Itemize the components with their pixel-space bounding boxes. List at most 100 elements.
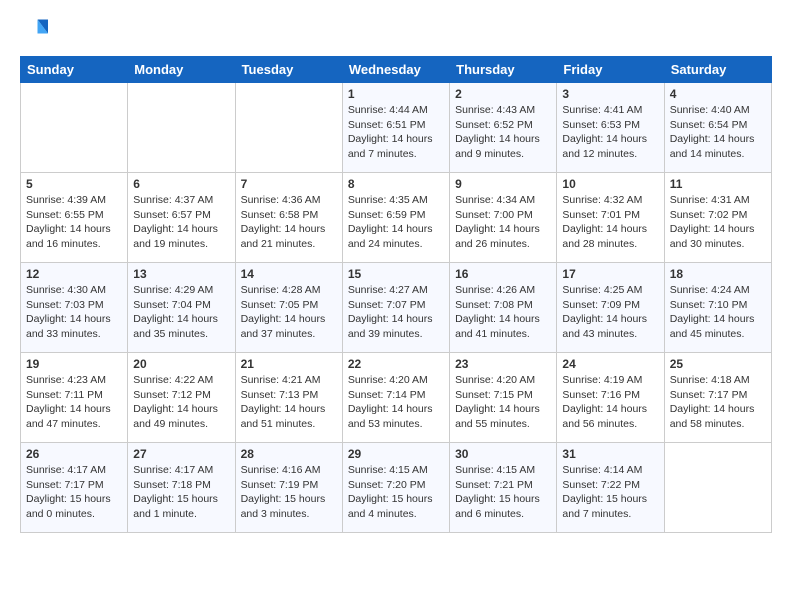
cell-info: Sunrise: 4:18 AM Sunset: 7:17 PM Dayligh… <box>670 373 766 432</box>
calendar-cell: 19 Sunrise: 4:23 AM Sunset: 7:11 PM Dayli… <box>21 353 128 443</box>
day-number: 16 <box>455 267 551 281</box>
calendar-cell: 18 Sunrise: 4:24 AM Sunset: 7:10 PM Dayli… <box>664 263 771 353</box>
cell-info: Sunrise: 4:37 AM Sunset: 6:57 PM Dayligh… <box>133 193 229 252</box>
calendar-cell <box>128 83 235 173</box>
day-number: 5 <box>26 177 122 191</box>
weekday-header: Thursday <box>450 57 557 83</box>
cell-info: Sunrise: 4:36 AM Sunset: 6:58 PM Dayligh… <box>241 193 337 252</box>
calendar-table: SundayMondayTuesdayWednesdayThursdayFrid… <box>20 56 772 533</box>
calendar-cell: 11 Sunrise: 4:31 AM Sunset: 7:02 PM Dayli… <box>664 173 771 263</box>
logo <box>20 16 52 44</box>
calendar-week-row: 19 Sunrise: 4:23 AM Sunset: 7:11 PM Dayli… <box>21 353 772 443</box>
calendar-cell: 12 Sunrise: 4:30 AM Sunset: 7:03 PM Dayli… <box>21 263 128 353</box>
cell-info: Sunrise: 4:29 AM Sunset: 7:04 PM Dayligh… <box>133 283 229 342</box>
cell-info: Sunrise: 4:26 AM Sunset: 7:08 PM Dayligh… <box>455 283 551 342</box>
cell-info: Sunrise: 4:19 AM Sunset: 7:16 PM Dayligh… <box>562 373 658 432</box>
calendar-cell: 28 Sunrise: 4:16 AM Sunset: 7:19 PM Dayli… <box>235 443 342 533</box>
day-number: 15 <box>348 267 444 281</box>
cell-info: Sunrise: 4:30 AM Sunset: 7:03 PM Dayligh… <box>26 283 122 342</box>
cell-info: Sunrise: 4:17 AM Sunset: 7:17 PM Dayligh… <box>26 463 122 522</box>
day-number: 29 <box>348 447 444 461</box>
day-number: 4 <box>670 87 766 101</box>
cell-info: Sunrise: 4:28 AM Sunset: 7:05 PM Dayligh… <box>241 283 337 342</box>
cell-info: Sunrise: 4:15 AM Sunset: 7:20 PM Dayligh… <box>348 463 444 522</box>
weekday-row: SundayMondayTuesdayWednesdayThursdayFrid… <box>21 57 772 83</box>
weekday-header: Friday <box>557 57 664 83</box>
cell-info: Sunrise: 4:31 AM Sunset: 7:02 PM Dayligh… <box>670 193 766 252</box>
calendar-week-row: 12 Sunrise: 4:30 AM Sunset: 7:03 PM Dayli… <box>21 263 772 353</box>
calendar-cell: 6Sunrise: 4:37 AM Sunset: 6:57 PM Daylig… <box>128 173 235 263</box>
calendar-cell: 26 Sunrise: 4:17 AM Sunset: 7:17 PM Dayli… <box>21 443 128 533</box>
day-number: 26 <box>26 447 122 461</box>
cell-info: Sunrise: 4:17 AM Sunset: 7:18 PM Dayligh… <box>133 463 229 522</box>
calendar-cell: 14 Sunrise: 4:28 AM Sunset: 7:05 PM Dayli… <box>235 263 342 353</box>
day-number: 10 <box>562 177 658 191</box>
day-number: 22 <box>348 357 444 371</box>
calendar-cell <box>235 83 342 173</box>
calendar-cell: 13 Sunrise: 4:29 AM Sunset: 7:04 PM Dayli… <box>128 263 235 353</box>
weekday-header: Sunday <box>21 57 128 83</box>
day-number: 11 <box>670 177 766 191</box>
calendar-header: SundayMondayTuesdayWednesdayThursdayFrid… <box>21 57 772 83</box>
calendar-cell: 22 Sunrise: 4:20 AM Sunset: 7:14 PM Dayli… <box>342 353 449 443</box>
calendar-cell: 27 Sunrise: 4:17 AM Sunset: 7:18 PM Dayli… <box>128 443 235 533</box>
cell-info: Sunrise: 4:34 AM Sunset: 7:00 PM Dayligh… <box>455 193 551 252</box>
calendar-cell: 7 Sunrise: 4:36 AM Sunset: 6:58 PM Daylig… <box>235 173 342 263</box>
calendar-week-row: 1 Sunrise: 4:44 AM Sunset: 6:51 PM Daylig… <box>21 83 772 173</box>
calendar-cell: 25 Sunrise: 4:18 AM Sunset: 7:17 PM Dayli… <box>664 353 771 443</box>
logo-icon <box>20 16 48 44</box>
day-number: 19 <box>26 357 122 371</box>
calendar-cell: 20Sunrise: 4:22 AM Sunset: 7:12 PM Dayli… <box>128 353 235 443</box>
day-number: 13 <box>133 267 229 281</box>
day-number: 31 <box>562 447 658 461</box>
cell-info: Sunrise: 4:35 AM Sunset: 6:59 PM Dayligh… <box>348 193 444 252</box>
calendar-cell <box>21 83 128 173</box>
cell-info: Sunrise: 4:16 AM Sunset: 7:19 PM Dayligh… <box>241 463 337 522</box>
cell-info: Sunrise: 4:24 AM Sunset: 7:10 PM Dayligh… <box>670 283 766 342</box>
calendar-cell: 24 Sunrise: 4:19 AM Sunset: 7:16 PM Dayli… <box>557 353 664 443</box>
calendar-cell: 16 Sunrise: 4:26 AM Sunset: 7:08 PM Dayli… <box>450 263 557 353</box>
calendar-cell: 17Sunrise: 4:25 AM Sunset: 7:09 PM Dayli… <box>557 263 664 353</box>
calendar-cell: 10 Sunrise: 4:32 AM Sunset: 7:01 PM Dayli… <box>557 173 664 263</box>
cell-info: Sunrise: 4:27 AM Sunset: 7:07 PM Dayligh… <box>348 283 444 342</box>
day-number: 30 <box>455 447 551 461</box>
weekday-header: Tuesday <box>235 57 342 83</box>
day-number: 7 <box>241 177 337 191</box>
day-number: 1 <box>348 87 444 101</box>
day-number: 28 <box>241 447 337 461</box>
day-number: 24 <box>562 357 658 371</box>
day-number: 17 <box>562 267 658 281</box>
day-number: 21 <box>241 357 337 371</box>
page: SundayMondayTuesdayWednesdayThursdayFrid… <box>0 0 792 612</box>
day-number: 12 <box>26 267 122 281</box>
cell-info: Sunrise: 4:32 AM Sunset: 7:01 PM Dayligh… <box>562 193 658 252</box>
day-number: 9 <box>455 177 551 191</box>
cell-info: Sunrise: 4:20 AM Sunset: 7:14 PM Dayligh… <box>348 373 444 432</box>
weekday-header: Saturday <box>664 57 771 83</box>
cell-info: Sunrise: 4:43 AM Sunset: 6:52 PM Dayligh… <box>455 103 551 162</box>
cell-info: Sunrise: 4:20 AM Sunset: 7:15 PM Dayligh… <box>455 373 551 432</box>
header <box>20 16 772 44</box>
day-number: 20 <box>133 357 229 371</box>
day-number: 2 <box>455 87 551 101</box>
calendar-cell: 1 Sunrise: 4:44 AM Sunset: 6:51 PM Daylig… <box>342 83 449 173</box>
calendar-cell: 21 Sunrise: 4:21 AM Sunset: 7:13 PM Dayli… <box>235 353 342 443</box>
calendar-body: 1 Sunrise: 4:44 AM Sunset: 6:51 PM Daylig… <box>21 83 772 533</box>
day-number: 27 <box>133 447 229 461</box>
day-number: 14 <box>241 267 337 281</box>
calendar-cell: 30 Sunrise: 4:15 AM Sunset: 7:21 PM Dayli… <box>450 443 557 533</box>
day-number: 23 <box>455 357 551 371</box>
weekday-header: Monday <box>128 57 235 83</box>
calendar-cell <box>664 443 771 533</box>
cell-info: Sunrise: 4:40 AM Sunset: 6:54 PM Dayligh… <box>670 103 766 162</box>
day-number: 18 <box>670 267 766 281</box>
calendar-week-row: 5Sunrise: 4:39 AM Sunset: 6:55 PM Daylig… <box>21 173 772 263</box>
day-number: 3 <box>562 87 658 101</box>
cell-info: Sunrise: 4:21 AM Sunset: 7:13 PM Dayligh… <box>241 373 337 432</box>
calendar-cell: 3Sunrise: 4:41 AM Sunset: 6:53 PM Daylig… <box>557 83 664 173</box>
calendar-cell: 23 Sunrise: 4:20 AM Sunset: 7:15 PM Dayli… <box>450 353 557 443</box>
day-number: 25 <box>670 357 766 371</box>
cell-info: Sunrise: 4:23 AM Sunset: 7:11 PM Dayligh… <box>26 373 122 432</box>
cell-info: Sunrise: 4:15 AM Sunset: 7:21 PM Dayligh… <box>455 463 551 522</box>
cell-info: Sunrise: 4:44 AM Sunset: 6:51 PM Dayligh… <box>348 103 444 162</box>
